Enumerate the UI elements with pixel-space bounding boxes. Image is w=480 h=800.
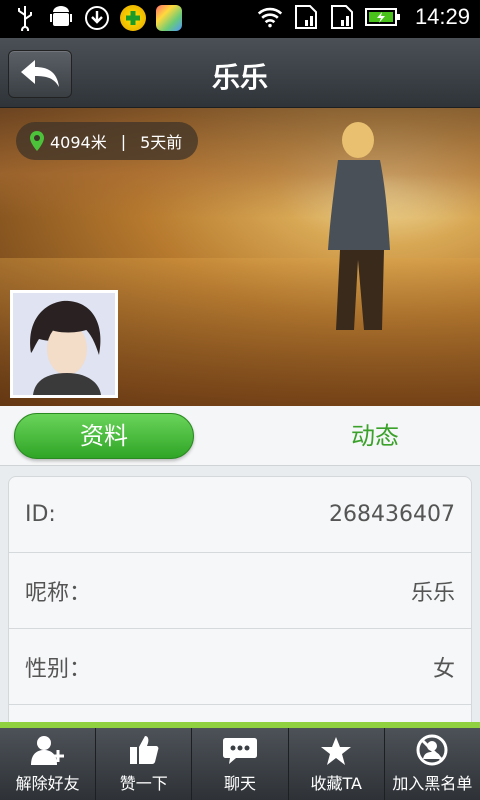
cover-photo: 4094米 | 5天前 [0,108,480,406]
back-arrow-icon [21,60,59,87]
chat-label: 聊天 [224,774,257,793]
avatar[interactable] [10,290,118,398]
favorite-button[interactable]: 收藏TA [289,728,385,800]
sim1-icon [293,4,319,30]
remove-friend-button[interactable]: 解除好友 [0,728,97,800]
info-label-gender: 性别： [25,656,92,682]
tab-activity[interactable]: 动态 [275,413,475,459]
android-debug-icon [48,5,74,31]
info-row-id: ID: 268436407 [9,477,471,553]
battery-icon [364,4,401,30]
usb-icon [12,5,38,31]
chat-icon [223,738,257,764]
location-pill: 4094米 | 5天前 [16,122,199,160]
wifi-icon [257,4,283,30]
chat-button[interactable]: 聊天 [192,728,289,800]
info-label-nickname: 呢称： [25,580,92,606]
info-value-id: 268436407 [329,502,455,527]
back-button[interactable] [8,50,72,98]
separator: | [120,131,127,151]
bottom-toolbar: 解除好友 赞一下 聊天 收藏TA 加入黑名单 [0,728,480,800]
avatar-portrait [13,293,115,395]
remove-friend-label: 解除好友 [15,774,80,793]
favorite-label: 收藏TA [310,774,362,793]
info-row-nickname: 呢称： 乐乐 [9,553,471,629]
info-label-id: ID: [25,502,56,527]
last-seen-text: 5天前 [140,133,183,152]
info-value-nickname: 乐乐 [410,580,455,606]
tab-bar: 资料 动态 [0,406,480,466]
page-title: 乐乐 [211,61,268,94]
sim2-icon [329,4,355,30]
distance-text: 4094米 [50,133,107,152]
like-label: 赞一下 [119,774,168,793]
tab-profile-info[interactable]: 资料 [14,413,194,459]
info-value-gender: 女 [432,656,455,682]
info-card: ID: 268436407 呢称： 乐乐 性别： 女 [8,476,472,736]
title-bar: 乐乐 [0,38,480,108]
download-icon [84,5,110,31]
app-plus-icon [120,5,146,31]
status-bar: 14:29 [0,0,480,38]
walking-person-figure [328,122,390,330]
block-user-icon [416,734,448,766]
block-user-button[interactable]: 加入黑名单 [385,728,480,800]
block-user-label: 加入黑名单 [392,774,473,793]
like-button[interactable]: 赞一下 [96,728,193,800]
clock: 14:29 [414,4,470,29]
remove-friend-icon [30,736,64,765]
app-store-icon [156,5,182,31]
thumbs-up-icon [129,736,159,764]
info-row-gender: 性别： 女 [9,629,471,705]
star-icon [321,737,352,765]
location-pin-icon [30,131,44,151]
